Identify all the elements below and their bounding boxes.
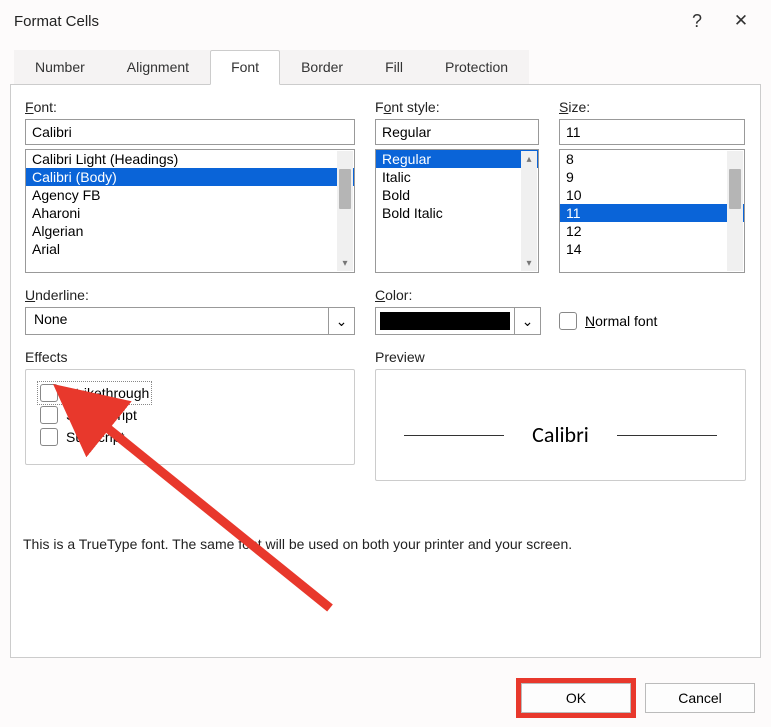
help-button[interactable]: ? xyxy=(675,0,719,42)
font-input[interactable] xyxy=(25,119,355,145)
list-item[interactable]: Italic xyxy=(376,168,538,186)
list-item[interactable]: 12 xyxy=(560,222,744,240)
underline-combo[interactable]: None ⌄ xyxy=(25,307,355,335)
preview-label: Preview xyxy=(375,349,746,365)
scrollbar[interactable] xyxy=(727,151,743,271)
subscript-checkbox[interactable] xyxy=(40,428,58,446)
normal-font-checkbox[interactable] xyxy=(559,312,577,330)
list-item[interactable]: 14 xyxy=(560,240,744,258)
scroll-up-icon[interactable]: ▴ xyxy=(521,151,537,167)
scroll-thumb[interactable] xyxy=(339,169,351,209)
list-item[interactable]: Bold xyxy=(376,186,538,204)
normal-font-label: Normal font xyxy=(585,313,657,329)
font-label: Font: xyxy=(25,99,355,115)
tab-fill[interactable]: Fill xyxy=(364,50,424,85)
list-item[interactable]: 10 xyxy=(560,186,744,204)
list-item[interactable]: Algerian xyxy=(26,222,354,240)
cancel-button[interactable]: Cancel xyxy=(645,683,755,713)
font-style-label: Font style: xyxy=(375,99,539,115)
underline-value: None xyxy=(26,308,328,334)
tab-protection[interactable]: Protection xyxy=(424,50,529,85)
effects-group: Strikethrough Superscript Subscript xyxy=(25,369,355,465)
close-button[interactable]: ✕ xyxy=(719,0,763,42)
scrollbar[interactable]: ▴ ▾ xyxy=(521,151,537,271)
tab-strip: Number Alignment Font Border Fill Protec… xyxy=(0,42,771,85)
ok-button[interactable]: OK xyxy=(521,683,631,713)
chevron-down-icon[interactable]: ⌄ xyxy=(328,308,354,334)
subscript-label: Subscript xyxy=(66,429,124,445)
list-item[interactable]: Bold Italic xyxy=(376,204,538,222)
list-item[interactable]: Aharoni xyxy=(26,204,354,222)
underline-label: Underline: xyxy=(25,287,355,303)
list-item[interactable]: 11 xyxy=(560,204,744,222)
strikethrough-label: Strikethrough xyxy=(66,385,149,401)
font-style-listbox[interactable]: Regular Italic Bold Bold Italic ▴ ▾ xyxy=(375,149,539,273)
color-swatch xyxy=(380,312,510,330)
list-item[interactable]: Regular xyxy=(376,150,538,168)
tab-number[interactable]: Number xyxy=(14,50,106,85)
size-listbox[interactable]: 8 9 10 11 12 14 xyxy=(559,149,745,273)
list-item[interactable]: Calibri Light (Headings) xyxy=(26,150,354,168)
tab-border[interactable]: Border xyxy=(280,50,364,85)
tab-alignment[interactable]: Alignment xyxy=(106,50,210,85)
scrollbar[interactable]: ▾ xyxy=(337,151,353,271)
list-item[interactable]: Calibri (Body) xyxy=(26,168,354,186)
titlebar: Format Cells ? ✕ xyxy=(0,0,771,42)
size-label: Size: xyxy=(559,99,745,115)
font-style-input[interactable] xyxy=(375,119,539,145)
color-combo[interactable]: ⌄ xyxy=(375,307,541,335)
tab-panel-font: Font: Calibri Light (Headings) Calibri (… xyxy=(10,84,761,658)
effects-label: Effects xyxy=(25,349,355,365)
size-input[interactable] xyxy=(559,119,745,145)
superscript-checkbox[interactable] xyxy=(40,406,58,424)
preview-sample: Calibri xyxy=(504,421,617,448)
list-item[interactable]: 8 xyxy=(560,150,744,168)
font-listbox[interactable]: Calibri Light (Headings) Calibri (Body) … xyxy=(25,149,355,273)
preview-group: Calibri xyxy=(375,369,746,481)
tab-font[interactable]: Font xyxy=(210,50,280,85)
superscript-label: Superscript xyxy=(66,407,137,423)
scroll-thumb[interactable] xyxy=(729,169,741,209)
chevron-down-icon[interactable]: ⌄ xyxy=(514,308,540,334)
dialog-buttons: OK Cancel xyxy=(521,683,755,713)
window-title: Format Cells xyxy=(14,13,675,30)
scroll-down-icon[interactable]: ▾ xyxy=(337,255,353,271)
strikethrough-checkbox[interactable] xyxy=(40,384,58,402)
list-item[interactable]: 9 xyxy=(560,168,744,186)
scroll-down-icon[interactable]: ▾ xyxy=(521,255,537,271)
color-label: Color: xyxy=(375,287,746,303)
list-item[interactable]: Agency FB xyxy=(26,186,354,204)
footer-note: This is a TrueType font. The same font w… xyxy=(23,536,572,552)
list-item[interactable]: Arial xyxy=(26,240,354,258)
